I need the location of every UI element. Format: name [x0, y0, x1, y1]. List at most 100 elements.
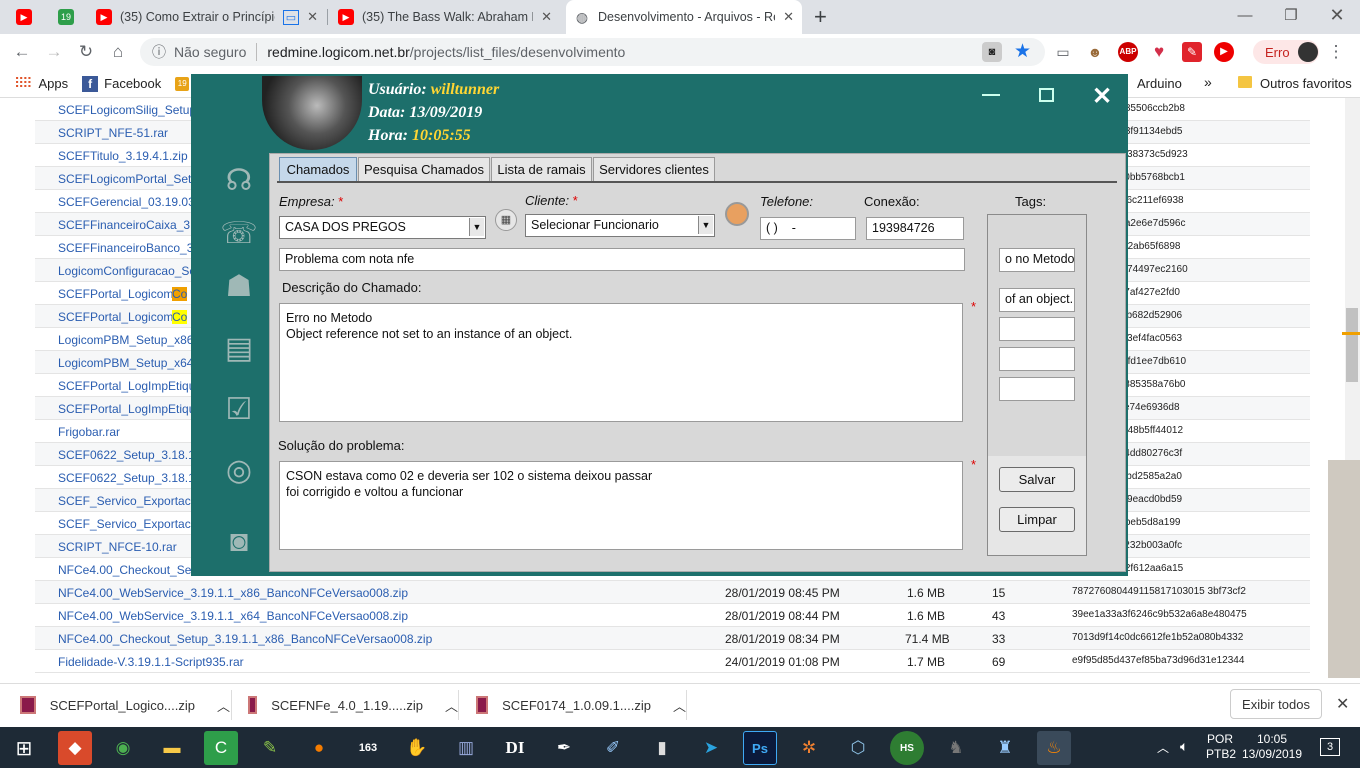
- app-hs-icon[interactable]: HS: [890, 731, 924, 765]
- tag-input-3[interactable]: [999, 317, 1075, 341]
- app-close-button[interactable]: ✕: [1092, 82, 1112, 111]
- download-item-2[interactable]: SCEFNFe_4.0_1.19.....zip ︿: [248, 683, 458, 727]
- address-bar[interactable]: ⓘ Não seguro redmine.logicom.net.br/proj…: [140, 38, 1045, 66]
- download-item-3[interactable]: SCEF0174_1.0.09.1....zip ︿: [476, 683, 686, 727]
- app-elephant-icon[interactable]: ♜: [988, 731, 1022, 765]
- new-tab-button[interactable]: +: [814, 4, 827, 30]
- cliente-select[interactable]: Selecionar Funcionario ▼: [525, 214, 715, 237]
- app-pen-icon[interactable]: ✒: [547, 731, 581, 765]
- file-name-link[interactable]: SCEFPortal_Logicom: [58, 287, 173, 301]
- app-di-icon[interactable]: DI: [498, 731, 532, 765]
- file-name-link[interactable]: NFCe4.00_WebService_3.19.1.1_x64_BancoNF…: [58, 609, 408, 623]
- chrome-icon[interactable]: ◉: [106, 731, 140, 765]
- headset-icon[interactable]: ☊: [219, 160, 259, 200]
- virtualbox-icon[interactable]: ⬡: [841, 731, 875, 765]
- adblock-icon[interactable]: ABP: [1118, 42, 1138, 62]
- lens-icon[interactable]: ◙: [982, 42, 1002, 62]
- windows-start-icon[interactable]: ⊞: [7, 731, 41, 765]
- back-button[interactable]: ←: [8, 34, 36, 70]
- chevron-up-icon[interactable]: ︿: [217, 696, 230, 715]
- bookmark-arduino[interactable]: Arduino: [1137, 76, 1182, 91]
- file-name-link[interactable]: SCEFTitulo_3.19.4.1.zip: [58, 149, 188, 163]
- clear-button[interactable]: Limpar: [999, 507, 1075, 532]
- descricao-textarea[interactable]: Erro no Metodo Object reference not set …: [279, 303, 963, 422]
- pocket-icon[interactable]: ♥: [1148, 34, 1170, 70]
- tab-lista-de-ramais[interactable]: Lista de ramais: [491, 157, 592, 182]
- notifications-icon[interactable]: 3: [1320, 738, 1340, 756]
- tab-chamados[interactable]: Chamados: [279, 157, 357, 182]
- volume-icon[interactable]: 🔈︎: [1180, 738, 1188, 755]
- chevron-up-icon[interactable]: ︿: [673, 696, 686, 715]
- app-orange-icon[interactable]: ●: [302, 731, 336, 765]
- client-person-icon[interactable]: [725, 202, 749, 226]
- file-name-link[interactable]: SCRIPT_NFCE-10.rar: [58, 540, 177, 554]
- app-hands-icon[interactable]: ✋: [400, 731, 434, 765]
- phone-book-icon[interactable]: ☏: [219, 213, 259, 253]
- file-name-link[interactable]: LogicomPBM_Setup_x64: [58, 356, 193, 370]
- browser-tab-youtube-pinned[interactable]: ▶: [8, 0, 44, 34]
- bookmark-apps[interactable]: Apps: [39, 76, 69, 91]
- tab-pesquisa-chamados[interactable]: Pesquisa Chamados: [358, 157, 490, 182]
- tag-input-5[interactable]: [999, 377, 1075, 401]
- app-19-icon[interactable]: 19: [175, 76, 190, 91]
- assunto-input[interactable]: Problema com nota nfe: [279, 248, 965, 271]
- extension-screen-icon[interactable]: ▭: [1052, 34, 1074, 70]
- file-name-link[interactable]: NFCe4.00_Checkout_Setup_3.19.1.1_x86_Ban…: [58, 632, 432, 646]
- bookmarks-more-button[interactable]: »: [1204, 74, 1212, 90]
- info-icon[interactable]: ⓘ: [152, 42, 166, 62]
- report-chart-icon[interactable]: ▤: [219, 328, 259, 368]
- file-name-link[interactable]: Frigobar.rar: [58, 425, 120, 439]
- chevron-down-icon[interactable]: ▼: [698, 216, 713, 234]
- menu-icon[interactable]: ⋮: [1326, 34, 1346, 70]
- app-hooded-icon[interactable]: ♞: [939, 731, 973, 765]
- close-tab-icon[interactable]: ✕: [783, 9, 794, 25]
- app-files-icon[interactable]: ▥: [449, 731, 483, 765]
- show-all-downloads-button[interactable]: Exibir todos: [1230, 689, 1322, 719]
- tag-input-1[interactable]: o no Metodo: [999, 248, 1075, 272]
- profile-error-button[interactable]: Erro: [1253, 40, 1319, 64]
- close-tab-icon[interactable]: ✕: [307, 9, 318, 25]
- file-name-link[interactable]: SCEFGerencial_03.19.03: [58, 195, 195, 209]
- tab-servidores-clientes[interactable]: Servidores clientes: [593, 157, 715, 182]
- notepad-icon[interactable]: ✎: [253, 731, 287, 765]
- network-globe-icon[interactable]: ◎: [219, 450, 259, 490]
- tag-input-4[interactable]: [999, 347, 1075, 371]
- youtube-extension-icon[interactable]: ▶: [1214, 42, 1234, 62]
- page-scrollbar-thumb[interactable]: [1346, 308, 1358, 382]
- app-paint-icon[interactable]: ✐: [596, 731, 630, 765]
- app-maximize-button[interactable]: [1039, 88, 1054, 102]
- app-tower-icon[interactable]: ▮: [645, 731, 679, 765]
- picture-in-picture-icon[interactable]: ▭: [282, 9, 300, 25]
- extension-face-icon[interactable]: ☻: [1084, 34, 1106, 70]
- tray-chevron-up-icon[interactable]: ︿: [1157, 739, 1169, 756]
- empresa-select[interactable]: CASA DOS PREGOS ▼: [279, 216, 486, 239]
- telefone-input[interactable]: ( ) -: [760, 217, 856, 240]
- file-name-link[interactable]: SCEFPortal_Logicom: [58, 310, 173, 324]
- reload-button[interactable]: ↻: [72, 34, 100, 70]
- chevron-down-icon[interactable]: ▼: [469, 218, 484, 236]
- file-name-link[interactable]: SCEF0622_Setup_3.18.1: [58, 448, 195, 462]
- app-minimize-button[interactable]: [982, 94, 1000, 96]
- bookmark-facebook[interactable]: Facebook: [104, 76, 161, 91]
- file-name-link[interactable]: LogicomPBM_Setup_x86: [58, 333, 193, 347]
- browser-tab-1[interactable]: ▶ (35) Como Extrair o Princípio ▭ ✕: [88, 0, 326, 34]
- bookmark-other-favorites[interactable]: Outros favoritos: [1260, 76, 1352, 91]
- close-tab-icon[interactable]: ✕: [541, 9, 552, 25]
- home-button[interactable]: ⌂: [104, 34, 132, 70]
- file-name-link[interactable]: SCEFLogicomPortal_Setu: [58, 172, 198, 186]
- file-name-link[interactable]: SCRIPT_NFE-51.rar: [58, 126, 168, 140]
- restore-window-button[interactable]: ❐: [1268, 0, 1314, 30]
- bookmark-star-icon[interactable]: ★: [1014, 40, 1031, 63]
- photoshop-icon[interactable]: Ps: [743, 731, 777, 765]
- close-window-button[interactable]: ✕: [1314, 0, 1360, 30]
- company-building-icon[interactable]: ▦: [495, 209, 517, 231]
- checklist-icon[interactable]: ☑: [219, 389, 259, 429]
- app-red-icon[interactable]: ◆: [58, 731, 92, 765]
- file-name-link[interactable]: SCEFPortal_LogImpEtiqu: [58, 402, 195, 416]
- camera-icon[interactable]: ◙: [219, 522, 259, 562]
- browser-tab-app-19[interactable]: 19: [50, 0, 82, 34]
- add-user-icon[interactable]: ☗: [219, 266, 259, 306]
- file-name-link[interactable]: SCEFPortal_LogImpEtiqu: [58, 379, 195, 393]
- minimize-window-button[interactable]: —: [1222, 0, 1268, 30]
- tag-input-2[interactable]: of an object.: [999, 288, 1075, 312]
